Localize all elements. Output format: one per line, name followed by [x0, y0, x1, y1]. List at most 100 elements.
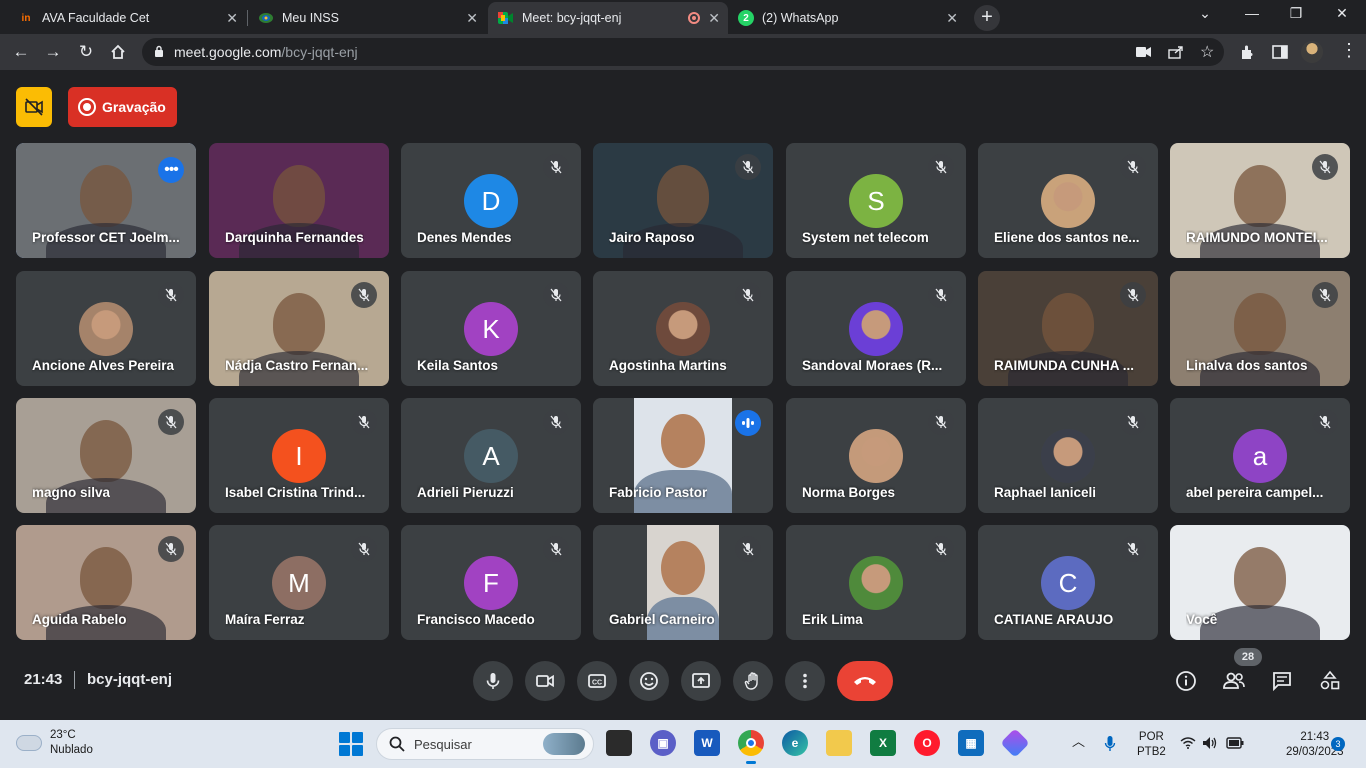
- close-icon[interactable]: ✕: [226, 10, 238, 27]
- captions-button[interactable]: CC: [577, 661, 617, 701]
- teams-chat-icon[interactable]: ▣: [650, 730, 676, 756]
- participant-tile[interactable]: Agostinha Martins: [593, 271, 773, 386]
- participant-tile[interactable]: Jairo Raposo: [593, 143, 773, 258]
- lock-icon[interactable]: [154, 45, 164, 57]
- task-view-icon[interactable]: [606, 730, 632, 756]
- language-indicator[interactable]: POR PTB2: [1137, 730, 1166, 760]
- share-icon[interactable]: [1168, 45, 1184, 59]
- minimize-button[interactable]: —: [1232, 5, 1272, 21]
- more-options-button[interactable]: [785, 661, 825, 701]
- camera-blocked-icon[interactable]: [1136, 46, 1152, 58]
- excel-icon[interactable]: X: [870, 730, 896, 756]
- participant-tile[interactable]: Fabricio Pastor: [593, 398, 773, 513]
- host-controls-chip[interactable]: [16, 87, 52, 127]
- show-hidden-icons-icon[interactable]: ︿: [1072, 734, 1085, 749]
- volume-icon[interactable]: [1202, 736, 1218, 750]
- address-bar[interactable]: meet.google.com/bcy-jqqt-enj ☆: [142, 38, 1224, 66]
- chrome-icon[interactable]: [738, 730, 764, 764]
- participant-tile[interactable]: D Denes Mendes: [401, 143, 581, 258]
- participant-tile[interactable]: Erik Lima: [786, 525, 966, 640]
- close-window-button[interactable]: ✕: [1322, 5, 1362, 22]
- extensions-icon[interactable]: [1240, 44, 1256, 60]
- participant-tile[interactable]: Eliene dos santos ne...: [978, 143, 1158, 258]
- speaking-indicator-icon: [735, 410, 761, 436]
- mic-off-icon: [1120, 154, 1146, 180]
- raise-hand-button[interactable]: [733, 661, 773, 701]
- participant-tile[interactable]: Linalva dos santos: [1170, 271, 1350, 386]
- browser-toolbar: ← → ↻ meet.google.com/bcy-jqqt-enj ☆ ⋮: [0, 34, 1366, 70]
- edge-icon[interactable]: e: [782, 730, 808, 756]
- tab-inss[interactable]: Meu INSS ✕: [248, 2, 486, 34]
- participant-tile[interactable]: F Francisco Macedo: [401, 525, 581, 640]
- participant-tile[interactable]: Norma Borges: [786, 398, 966, 513]
- participant-tile[interactable]: Aguida Rabelo: [16, 525, 196, 640]
- word-icon[interactable]: W: [694, 730, 720, 756]
- forward-icon[interactable]: →: [41, 40, 65, 64]
- participant-tile[interactable]: I Isabel Cristina Trind...: [209, 398, 389, 513]
- recording-chip[interactable]: Gravação: [68, 87, 177, 127]
- chat-button[interactable]: [1269, 668, 1295, 694]
- participant-name: abel pereira campel...: [1186, 485, 1324, 500]
- weather-widget[interactable]: 23°C Nublado: [16, 728, 93, 758]
- tab-search-icon[interactable]: ⌄: [1185, 5, 1225, 22]
- start-button[interactable]: [339, 732, 363, 756]
- microphone-button[interactable]: [473, 661, 513, 701]
- present-screen-button[interactable]: [681, 661, 721, 701]
- participant-tile[interactable]: A Adrieli Pieruzzi: [401, 398, 581, 513]
- file-explorer-icon[interactable]: [826, 730, 852, 756]
- tab-ava[interactable]: in AVA Faculdade Cet ✕: [8, 2, 246, 34]
- microsoft-store-icon[interactable]: ▦: [958, 730, 984, 756]
- taskbar-search[interactable]: Pesquisar: [376, 728, 594, 760]
- home-icon[interactable]: [106, 40, 130, 64]
- participant-tile[interactable]: C CATIANE ARAUJO: [978, 525, 1158, 640]
- tab-whatsapp[interactable]: 2 (2) WhatsApp ✕: [728, 2, 966, 34]
- participant-tile[interactable]: S System net telecom: [786, 143, 966, 258]
- info-icon: [1176, 671, 1196, 691]
- participant-tile[interactable]: M Maíra Ferraz: [209, 525, 389, 640]
- profile-avatar[interactable]: [1301, 41, 1323, 63]
- person-silhouette: [661, 541, 705, 595]
- participant-tile[interactable]: Ancione Alves Pereira: [16, 271, 196, 386]
- participant-tile[interactable]: Nádja Castro Fernan...: [209, 271, 389, 386]
- close-icon[interactable]: ✕: [708, 10, 720, 27]
- wifi-icon[interactable]: [1180, 737, 1196, 749]
- opera-icon[interactable]: O: [914, 730, 940, 756]
- participant-tile[interactable]: Gabriel Carneiro: [593, 525, 773, 640]
- close-icon[interactable]: ✕: [946, 10, 958, 27]
- activities-button[interactable]: [1317, 668, 1343, 694]
- participant-tile[interactable]: Professor CET Joelm... •••: [16, 143, 196, 258]
- avatar: [1041, 429, 1095, 483]
- mic-off-icon: [543, 154, 569, 180]
- reactions-button[interactable]: [629, 661, 669, 701]
- side-panel-icon[interactable]: [1272, 44, 1288, 60]
- new-tab-button[interactable]: +: [974, 5, 1000, 31]
- leave-call-button[interactable]: [837, 661, 893, 701]
- camera-button[interactable]: [525, 661, 565, 701]
- menu-kebab-icon[interactable]: ⋮: [1340, 40, 1358, 61]
- participant-tile[interactable]: Raphael Ianiceli: [978, 398, 1158, 513]
- reload-icon[interactable]: ↻: [74, 40, 98, 64]
- maximize-button[interactable]: ❐: [1276, 5, 1316, 22]
- participant-tile[interactable]: K Keila Santos: [401, 271, 581, 386]
- participant-tile[interactable]: RAIMUNDO MONTEI...: [1170, 143, 1350, 258]
- avatar: K: [464, 302, 518, 356]
- participant-tile[interactable]: RAIMUNDA CUNHA ...: [978, 271, 1158, 386]
- microphone-tray-icon[interactable]: [1104, 735, 1116, 753]
- meeting-details-button[interactable]: [1173, 668, 1199, 694]
- participant-tile[interactable]: Darquinha Fernandes: [209, 143, 389, 258]
- close-icon[interactable]: ✕: [466, 10, 478, 27]
- notification-count-badge[interactable]: 3: [1331, 737, 1345, 751]
- participant-tile[interactable]: Sandoval Moraes (R...: [786, 271, 966, 386]
- participant-tile[interactable]: a abel pereira campel...: [1170, 398, 1350, 513]
- back-icon[interactable]: ←: [9, 40, 33, 64]
- participant-tile[interactable]: Você: [1170, 525, 1350, 640]
- participant-tile[interactable]: magno silva: [16, 398, 196, 513]
- bookmark-star-icon[interactable]: ☆: [1200, 42, 1214, 62]
- battery-icon[interactable]: [1226, 737, 1244, 749]
- more-options-icon[interactable]: •••: [158, 157, 184, 183]
- people-button[interactable]: [1221, 668, 1247, 694]
- copilot-icon[interactable]: [1000, 728, 1030, 758]
- mic-off-icon: [158, 282, 184, 308]
- tab-meet[interactable]: Meet: bcy-jqqt-enj ✕: [488, 2, 728, 34]
- mic-off-icon: [543, 282, 569, 308]
